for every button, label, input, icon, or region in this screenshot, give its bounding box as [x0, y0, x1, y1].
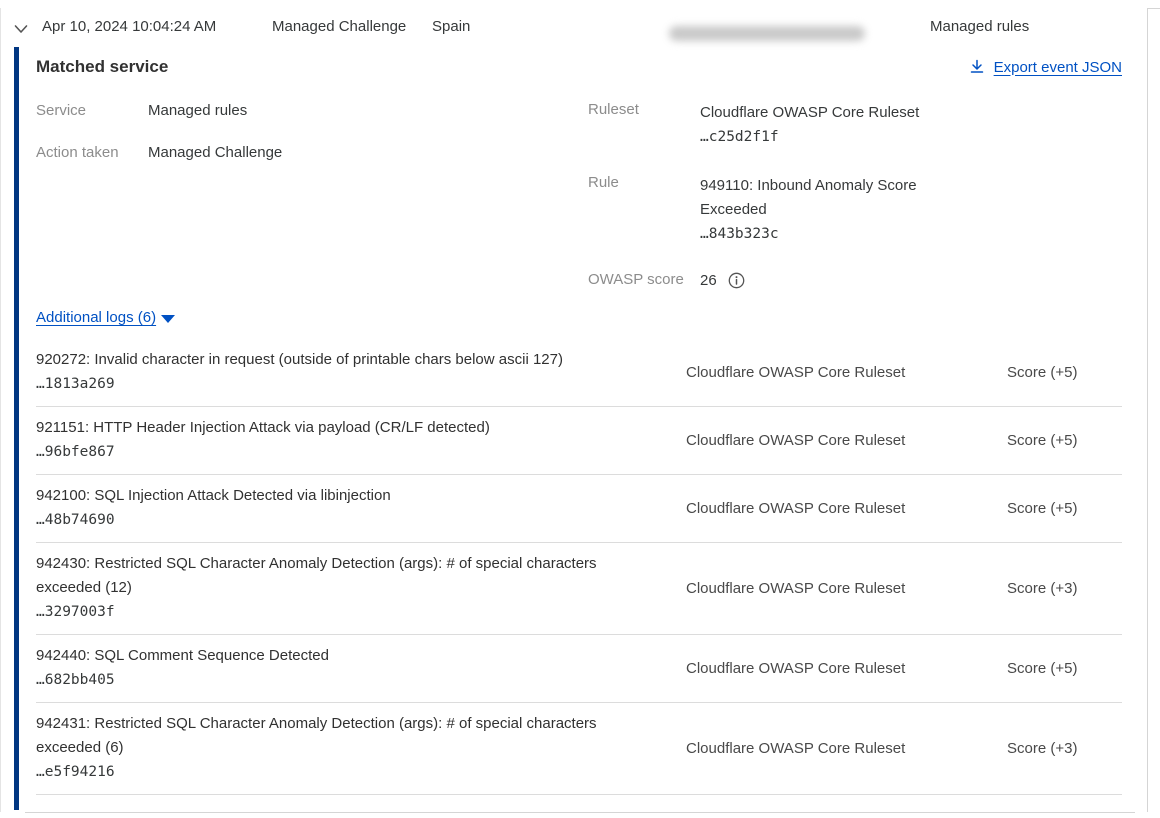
log-row: 942440: SQL Comment Sequence Detected …6… — [36, 635, 1122, 703]
log-row: 920272: Invalid character in request (ou… — [36, 339, 1122, 407]
log-score-cell: Score (+5) — [961, 484, 1122, 532]
log-score-cell: Score (+3) — [961, 552, 1122, 624]
log-rule-description: 942440: SQL Comment Sequence Detected — [36, 644, 641, 668]
log-rule-description: 942431: Restricted SQL Character Anomaly… — [36, 712, 641, 760]
log-ruleset-name: Cloudflare OWASP Core Ruleset — [686, 580, 905, 597]
log-description-cell: 920272: Invalid character in request (ou… — [36, 348, 641, 396]
log-row: 942430: Restricted SQL Character Anomaly… — [36, 543, 1122, 635]
log-score-cell: Score (+3) — [961, 712, 1122, 784]
info-icon[interactable] — [728, 272, 745, 289]
additional-logs-toggle[interactable]: Additional logs (6) — [36, 309, 175, 326]
event-summary-row[interactable]: Apr 10, 2024 10:04:24 AM Managed Challen… — [1, 8, 1147, 47]
log-ruleset-cell: Cloudflare OWASP Core Ruleset — [641, 416, 961, 464]
log-ruleset-name: Cloudflare OWASP Core Ruleset — [686, 500, 905, 517]
ruleset-id: …c25d2f1f — [700, 125, 950, 149]
log-rule-id: …1813a269 — [36, 372, 641, 396]
panel-bottom-border — [25, 812, 1135, 813]
action-taken-value: Managed Challenge — [148, 143, 282, 162]
log-rule-description: 921151: HTTP Header Injection Attack via… — [36, 416, 641, 440]
log-rule-id: …e5f94216 — [36, 760, 641, 784]
detail-title: Matched service — [36, 57, 168, 77]
log-score-value: Score (+5) — [1007, 660, 1077, 677]
log-rule-description: 942100: SQL Injection Attack Detected vi… — [36, 484, 641, 508]
log-score-cell: Score (+5) — [961, 644, 1122, 692]
log-score-value: Score (+5) — [1007, 432, 1077, 449]
event-timestamp: Apr 10, 2024 10:04:24 AM — [42, 18, 216, 35]
caret-down-icon — [161, 315, 175, 323]
log-rule-id: …48b74690 — [36, 508, 641, 532]
log-description-cell: 942100: SQL Injection Attack Detected vi… — [36, 484, 641, 532]
detail-fields-right: Ruleset Cloudflare OWASP Core Ruleset …c… — [588, 101, 1122, 289]
event-service: Managed rules — [930, 18, 1029, 35]
log-rule-description: 920272: Invalid character in request (ou… — [36, 348, 641, 372]
log-row: 942100: SQL Injection Attack Detected vi… — [36, 475, 1122, 543]
log-ruleset-name: Cloudflare OWASP Core Ruleset — [686, 740, 905, 757]
detail-fields-left: Service Managed rules Action taken Manag… — [36, 101, 588, 289]
log-score-value: Score (+3) — [1007, 580, 1077, 597]
log-ruleset-cell: Cloudflare OWASP Core Ruleset — [641, 644, 961, 692]
log-score-cell: Score (+5) — [961, 348, 1122, 396]
security-event-panel: Apr 10, 2024 10:04:24 AM Managed Challen… — [0, 0, 1160, 818]
additional-logs-list: 920272: Invalid character in request (ou… — [36, 339, 1122, 795]
event-action: Managed Challenge — [272, 18, 406, 35]
action-taken-label: Action taken — [36, 143, 148, 162]
additional-logs-label: Additional logs (6) — [36, 309, 156, 326]
log-description-cell: 921151: HTTP Header Injection Attack via… — [36, 416, 641, 464]
ruleset-value: Cloudflare OWASP Core Ruleset — [700, 101, 950, 125]
action-taken-field: Action taken Managed Challenge — [36, 143, 588, 162]
chevron-down-icon[interactable] — [13, 21, 29, 37]
event-detail-panel: Matched service Export event JSON Servic… — [14, 47, 1147, 810]
redacted-hostname — [669, 26, 865, 41]
log-ruleset-cell: Cloudflare OWASP Core Ruleset — [641, 348, 961, 396]
log-ruleset-name: Cloudflare OWASP Core Ruleset — [686, 432, 905, 449]
rule-field: Rule 949110: Inbound Anomaly Score Excee… — [588, 174, 1122, 246]
log-rule-id: …3297003f — [36, 600, 641, 624]
log-score-cell: Score (+5) — [961, 416, 1122, 464]
service-label: Service — [36, 101, 148, 120]
service-field: Service Managed rules — [36, 101, 588, 120]
export-event-json-link[interactable]: Export event JSON — [969, 59, 1122, 76]
log-description-cell: 942440: SQL Comment Sequence Detected …6… — [36, 644, 641, 692]
log-row: 921151: HTTP Header Injection Attack via… — [36, 407, 1122, 475]
ruleset-field: Ruleset Cloudflare OWASP Core Ruleset …c… — [588, 101, 1122, 149]
export-link-label: Export event JSON — [994, 59, 1122, 76]
log-row: 942431: Restricted SQL Character Anomaly… — [36, 703, 1122, 795]
ruleset-label: Ruleset — [588, 101, 700, 149]
log-ruleset-name: Cloudflare OWASP Core Ruleset — [686, 660, 905, 677]
owasp-score-field: OWASP score 26 — [588, 271, 1122, 289]
service-value: Managed rules — [148, 101, 247, 120]
log-score-value: Score (+3) — [1007, 740, 1077, 757]
log-score-value: Score (+5) — [1007, 364, 1077, 381]
rule-label: Rule — [588, 174, 700, 246]
rule-value: 949110: Inbound Anomaly Score Exceeded — [700, 174, 950, 222]
event-country: Spain — [432, 18, 470, 35]
log-ruleset-cell: Cloudflare OWASP Core Ruleset — [641, 712, 961, 784]
log-rule-id: …682bb405 — [36, 668, 641, 692]
log-ruleset-name: Cloudflare OWASP Core Ruleset — [686, 364, 905, 381]
detail-header: Matched service Export event JSON — [36, 57, 1122, 77]
detail-fields: Service Managed rules Action taken Manag… — [36, 101, 1122, 289]
log-description-cell: 942431: Restricted SQL Character Anomaly… — [36, 712, 641, 784]
log-ruleset-cell: Cloudflare OWASP Core Ruleset — [641, 552, 961, 624]
rule-id: …843b323c — [700, 222, 950, 246]
log-rule-description: 942430: Restricted SQL Character Anomaly… — [36, 552, 641, 600]
log-description-cell: 942430: Restricted SQL Character Anomaly… — [36, 552, 641, 624]
log-score-value: Score (+5) — [1007, 500, 1077, 517]
log-ruleset-cell: Cloudflare OWASP Core Ruleset — [641, 484, 961, 532]
panel-right-border — [1147, 8, 1148, 812]
owasp-score-label: OWASP score — [588, 271, 700, 289]
log-rule-id: …96bfe867 — [36, 440, 641, 464]
owasp-score-value: 26 — [700, 272, 717, 289]
panel-left-border — [0, 8, 1, 812]
download-icon — [969, 59, 985, 75]
